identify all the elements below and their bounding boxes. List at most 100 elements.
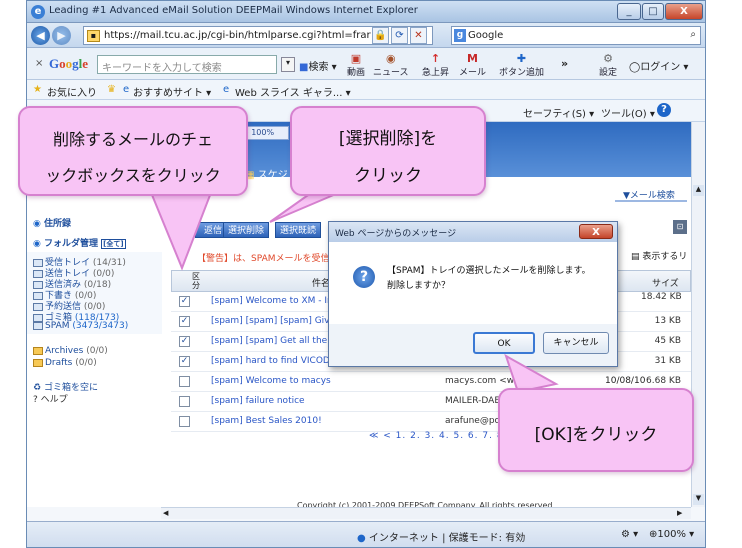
collapse-icon[interactable]: ⊡: [673, 220, 687, 234]
video-button[interactable]: ▣ 動画: [347, 52, 365, 78]
row-subject[interactable]: [spam] failure notice: [211, 396, 305, 406]
row-subject[interactable]: [spam] Best Sales 2010!: [211, 416, 322, 426]
folder-archives[interactable]: Archives (0/0): [33, 346, 108, 356]
dropdown-arrow-icon[interactable]: ▾: [281, 57, 295, 72]
row-size: 13 KB: [654, 316, 681, 326]
question-icon: ?: [353, 266, 375, 288]
row-from: MAILER-DAE: [445, 396, 501, 406]
folder-icon: [33, 346, 43, 355]
folder-spam[interactable]: SPAM (3473/3473): [33, 321, 128, 331]
size-column-header[interactable]: サイズ: [652, 276, 679, 289]
favorites-button[interactable]: お気に入り: [47, 84, 97, 99]
scroll-right-icon[interactable]: ▶: [677, 509, 682, 517]
tools-menu[interactable]: ツール(O) ▾: [601, 105, 655, 120]
pagination[interactable]: ≪ < 1. 2. 3. 4. 5. 6. 7. 8: [369, 431, 504, 441]
star-icon: ★: [33, 84, 42, 95]
help-link[interactable]: ? ヘルプ: [33, 392, 68, 405]
title-bar: e Leading #1 Advanced eMail Solution DEE…: [27, 1, 705, 23]
ie-small-icon: e: [123, 84, 130, 95]
folder-icon: [33, 321, 43, 330]
row-checkbox[interactable]: ✓: [179, 316, 190, 327]
maximize-button[interactable]: □: [642, 3, 664, 20]
folder-icon: [33, 358, 43, 367]
row-checkbox[interactable]: [179, 396, 190, 407]
delete-callout: [選択削除]を クリック: [290, 106, 486, 196]
toolbar-close-icon[interactable]: ×: [35, 58, 43, 69]
row-subject[interactable]: [spam] Welcome to XM - Impo: [211, 296, 347, 306]
user-circle-icon: ◯: [629, 62, 641, 73]
page-icon: ▪: [87, 30, 100, 42]
address-book-icon: ◉: [33, 219, 41, 229]
row-date: 10/08/10: [605, 376, 646, 386]
zone-info: ● インターネット | 保護モード: 有効: [357, 533, 526, 544]
more-chevron-icon[interactable]: »: [561, 57, 568, 70]
ok-callout-text: [OK]をクリック: [534, 425, 658, 445]
row-checkbox[interactable]: ✓: [179, 356, 190, 367]
login-button[interactable]: ◯ログイン ▾: [629, 58, 688, 73]
scroll-up-icon[interactable]: ▲: [693, 185, 704, 196]
help-icon[interactable]: ?: [657, 103, 671, 117]
folder-drafts-extra[interactable]: Drafts (0/0): [33, 358, 97, 368]
folder-manage-icon: ◉: [33, 239, 41, 249]
checkbox-callout: 削除するメールのチェ ックボックスをクリック: [18, 106, 248, 196]
divider: [615, 200, 687, 202]
row-from: arafune@po.: [445, 416, 503, 426]
ok-callout: [OK]をクリック: [498, 388, 694, 472]
scroll-left-icon[interactable]: ◀: [163, 509, 168, 517]
webslice-gallery-link[interactable]: Web スライス ギャラ... ▾: [235, 84, 351, 99]
minimize-button[interactable]: _: [617, 3, 641, 20]
close-window-button[interactable]: X: [665, 3, 703, 20]
mail-button[interactable]: M メール: [459, 52, 486, 78]
cancel-button[interactable]: キャンセル: [543, 332, 609, 354]
search-box[interactable]: g Google ⌕: [451, 26, 701, 45]
add-button[interactable]: ✚ ボタン追加: [499, 52, 544, 78]
row-size: 6.68 KB: [646, 376, 681, 386]
protected-mode-icon[interactable]: ⚙ ▾: [621, 529, 638, 540]
favorites-bar: ★ お気に入り ♛ e おすすめサイト ▾ e Web スライス ギャラ... …: [27, 80, 705, 100]
stop-icon[interactable]: ✕: [410, 27, 427, 44]
trending-button[interactable]: ↑ 急上昇: [422, 52, 449, 78]
search-icon[interactable]: ⌕: [690, 29, 696, 40]
display-list-link[interactable]: ▤ 表示するリ: [631, 249, 687, 262]
webslice-icon: e: [223, 84, 230, 95]
lock-icon[interactable]: 🔒: [372, 27, 389, 44]
row-subject[interactable]: [spam] Welcome to macys: [211, 376, 331, 386]
delete-selected-button[interactable]: 選択削除: [223, 222, 269, 238]
forward-icon[interactable]: ▶: [52, 26, 71, 45]
settings-button[interactable]: ⚙ 設定: [599, 52, 617, 78]
refresh-icon[interactable]: ⟳: [391, 27, 408, 44]
scroll-down-icon[interactable]: ▼: [693, 494, 704, 505]
news-button[interactable]: ◉ ニュース: [373, 52, 409, 78]
row-checkbox[interactable]: ✓: [179, 296, 190, 307]
list-icon: ▤: [631, 252, 640, 262]
globe-icon: ●: [357, 533, 366, 544]
row-from: macys.com <welcome: [445, 376, 547, 386]
row-checkbox[interactable]: [179, 416, 190, 427]
recommended-sites-link[interactable]: おすすめサイト ▾: [133, 84, 211, 99]
confirm-dialog: Web ページからのメッセージ X ? 【SPAM】トレイの選択したメールを削除…: [328, 221, 618, 367]
dialog-message: 【SPAM】トレイの選択したメールを削除します。 削除しますか？: [387, 264, 591, 294]
zoom-control[interactable]: ⊕100% ▾: [649, 529, 694, 540]
schedule-tab[interactable]: ▦ スケジ: [245, 166, 288, 181]
row-subject[interactable]: [spam] [spam] Get all the blin: [211, 336, 346, 346]
google-search-button[interactable]: ■検索 ▾: [299, 58, 337, 73]
arrow-up-icon: ↑: [430, 52, 441, 65]
safety-menu[interactable]: セーフティ(S) ▾: [523, 105, 594, 120]
ok-button[interactable]: OK: [473, 332, 535, 354]
row-checkbox[interactable]: [179, 376, 190, 387]
google-toolbar: × Google キーワードを入力して検索 ▾ ■検索 ▾ ▣ 動画 ◉ ニュース …: [27, 48, 705, 80]
folder-manage-link[interactable]: ◉ フォルダ管理 [全て]: [33, 236, 126, 249]
horizontal-scrollbar[interactable]: ◀ ▶: [161, 507, 691, 519]
google-search-input[interactable]: キーワードを入力して検索: [97, 55, 277, 74]
google-search-icon: g: [454, 29, 466, 42]
google-logo: Google: [49, 56, 89, 71]
window-title: Leading #1 Advanced eMail Solution DEEPM…: [49, 5, 418, 16]
mark-column-header[interactable]: 区分: [192, 272, 204, 290]
back-icon[interactable]: ◀: [31, 26, 50, 45]
video-icon: ▣: [350, 52, 362, 65]
delete-callout-line1: [選択削除]を: [338, 129, 438, 149]
row-checkbox[interactable]: ✓: [179, 336, 190, 347]
mark-read-button[interactable]: 選択既読: [275, 222, 321, 238]
address-book-link[interactable]: ◉ 住所録: [33, 216, 71, 229]
dialog-close-button[interactable]: X: [579, 224, 613, 239]
